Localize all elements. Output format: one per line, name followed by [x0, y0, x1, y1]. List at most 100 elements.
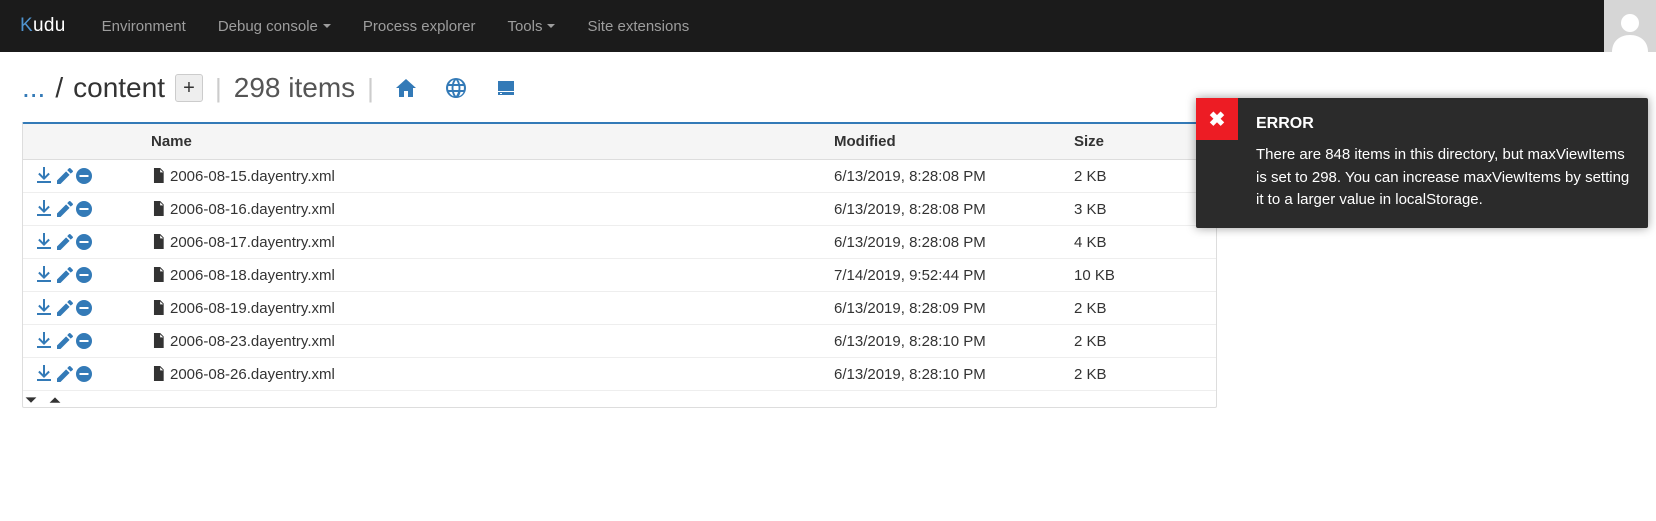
table-header-row: Name Modified Size: [23, 124, 1216, 160]
chevron-down-icon[interactable]: [22, 392, 40, 410]
download-button[interactable]: [35, 299, 53, 317]
delete-button[interactable]: [75, 299, 93, 317]
avatar[interactable]: [1604, 0, 1656, 52]
file-icon: [151, 300, 164, 315]
file-name: 2006-08-15.dayentry.xml: [170, 168, 335, 185]
nav-item-process-explorer[interactable]: Process explorer: [347, 0, 492, 52]
cell-modified: 6/13/2019, 8:28:09 PM: [826, 292, 1066, 325]
cell-size: 2 KB: [1066, 160, 1216, 193]
table-row: 2006-08-19.dayentry.xml 6/13/2019, 8:28:0…: [23, 292, 1216, 325]
edit-button[interactable]: [55, 299, 73, 317]
table-row: 2006-08-17.dayentry.xml 6/13/2019, 8:28:0…: [23, 226, 1216, 259]
table-row: 2006-08-15.dayentry.xml 6/13/2019, 8:28:0…: [23, 160, 1216, 193]
edit-button[interactable]: [55, 200, 73, 218]
table-row: 2006-08-16.dayentry.xml 6/13/2019, 8:28:0…: [23, 193, 1216, 226]
cell-modified: 6/13/2019, 8:28:08 PM: [826, 226, 1066, 259]
cell-size: 2 KB: [1066, 358, 1216, 391]
cell-name[interactable]: 2006-08-17.dayentry.xml: [143, 226, 826, 259]
edit-button[interactable]: [55, 365, 73, 383]
table-row: 2006-08-23.dayentry.xml6/13/2019, 8:28:1…: [23, 325, 1216, 358]
nav-item-site-extensions[interactable]: Site extensions: [571, 0, 705, 52]
nav-item-environment[interactable]: Environment: [86, 0, 202, 52]
navbar: Kudu EnvironmentDebug consoleProcess exp…: [0, 0, 1656, 52]
cell-size: 4 KB: [1066, 226, 1216, 259]
download-button[interactable]: [35, 200, 53, 218]
expand-toggle: [22, 392, 1634, 410]
nav-item-tools[interactable]: Tools: [491, 0, 571, 52]
download-button[interactable]: [35, 266, 53, 284]
toast-title: ERROR: [1256, 112, 1630, 136]
caret-icon: [323, 24, 331, 28]
delete-button[interactable]: [75, 200, 93, 218]
header-name: Name: [143, 124, 826, 160]
header-actions: [23, 124, 143, 160]
globe-icon[interactable]: [442, 74, 470, 102]
file-icon: [151, 168, 164, 183]
header-modified: Modified: [826, 124, 1066, 160]
cell-size: 3 KB: [1066, 193, 1216, 226]
cell-name[interactable]: 2006-08-15.dayentry.xml: [143, 160, 826, 193]
breadcrumb-current: content: [73, 72, 165, 104]
cell-modified: 6/13/2019, 8:28:08 PM: [826, 160, 1066, 193]
file-icon: [151, 267, 164, 282]
file-icon: [151, 366, 164, 381]
navbar-right: [1604, 0, 1656, 52]
delete-button[interactable]: [75, 332, 93, 350]
toast-message: There are 848 items in this directory, b…: [1256, 144, 1630, 212]
cell-name[interactable]: 2006-08-16.dayentry.xml: [143, 193, 826, 226]
cell-modified: 6/13/2019, 8:28:10 PM: [826, 325, 1066, 358]
file-name: 2006-08-17.dayentry.xml: [170, 234, 335, 251]
item-count: 298 items: [234, 72, 355, 104]
cell-size: 2 KB: [1066, 325, 1216, 358]
download-button[interactable]: [35, 365, 53, 383]
cell-name[interactable]: 2006-08-18.dayentry.xml: [143, 259, 826, 292]
download-button[interactable]: [35, 332, 53, 350]
table-row: 2006-08-18.dayentry.xml 7/14/2019, 9:52:4…: [23, 259, 1216, 292]
divider: |: [215, 73, 222, 104]
file-table: Name Modified Size 2006-08-15.dayentry.x…: [23, 124, 1216, 391]
caret-icon: [547, 24, 555, 28]
divider: |: [367, 73, 374, 104]
edit-button[interactable]: [55, 167, 73, 185]
breadcrumb-prefix[interactable]: ...: [22, 72, 45, 104]
download-button[interactable]: [35, 233, 53, 251]
cell-modified: 6/13/2019, 8:28:08 PM: [826, 193, 1066, 226]
cell-name[interactable]: 2006-08-23.dayentry.xml: [143, 325, 826, 358]
cell-name[interactable]: 2006-08-19.dayentry.xml: [143, 292, 826, 325]
file-name: 2006-08-26.dayentry.xml: [170, 366, 335, 383]
edit-button[interactable]: [55, 266, 73, 284]
nav-items: EnvironmentDebug consoleProcess explorer…: [86, 0, 706, 52]
file-name: 2006-08-16.dayentry.xml: [170, 201, 335, 218]
cell-modified: 7/14/2019, 9:52:44 PM: [826, 259, 1066, 292]
nav-item-debug-console[interactable]: Debug console: [202, 0, 347, 52]
disk-icon[interactable]: [492, 74, 520, 102]
file-name: 2006-08-18.dayentry.xml: [170, 267, 335, 284]
cell-name[interactable]: 2006-08-26.dayentry.xml: [143, 358, 826, 391]
brand-letter: K: [20, 15, 33, 37]
edit-button[interactable]: [55, 233, 73, 251]
cell-modified: 6/13/2019, 8:28:10 PM: [826, 358, 1066, 391]
brand-rest: udu: [33, 15, 66, 37]
brand[interactable]: Kudu: [0, 0, 86, 52]
toast-body: ERROR There are 848 items in this direct…: [1238, 98, 1648, 228]
file-name: 2006-08-19.dayentry.xml: [170, 300, 335, 317]
error-toast: ✖ ERROR There are 848 items in this dire…: [1196, 98, 1648, 228]
file-icon: [151, 234, 164, 249]
home-icon[interactable]: [392, 74, 420, 102]
chevron-up-icon[interactable]: [46, 392, 64, 410]
toast-close-button[interactable]: ✖: [1196, 98, 1238, 140]
download-button[interactable]: [35, 167, 53, 185]
delete-button[interactable]: [75, 365, 93, 383]
edit-button[interactable]: [55, 332, 73, 350]
avatar-icon: [1608, 8, 1652, 52]
file-panel: Name Modified Size 2006-08-15.dayentry.x…: [22, 122, 1217, 408]
delete-button[interactable]: [75, 266, 93, 284]
cell-size: 10 KB: [1066, 259, 1216, 292]
delete-button[interactable]: [75, 233, 93, 251]
file-icon: [151, 201, 164, 216]
header-size: Size: [1066, 124, 1216, 160]
new-item-button[interactable]: +: [175, 74, 203, 102]
close-icon: ✖: [1209, 107, 1226, 132]
table-row: 2006-08-26.dayentry.xml 6/13/2019, 8:28:1…: [23, 358, 1216, 391]
delete-button[interactable]: [75, 167, 93, 185]
